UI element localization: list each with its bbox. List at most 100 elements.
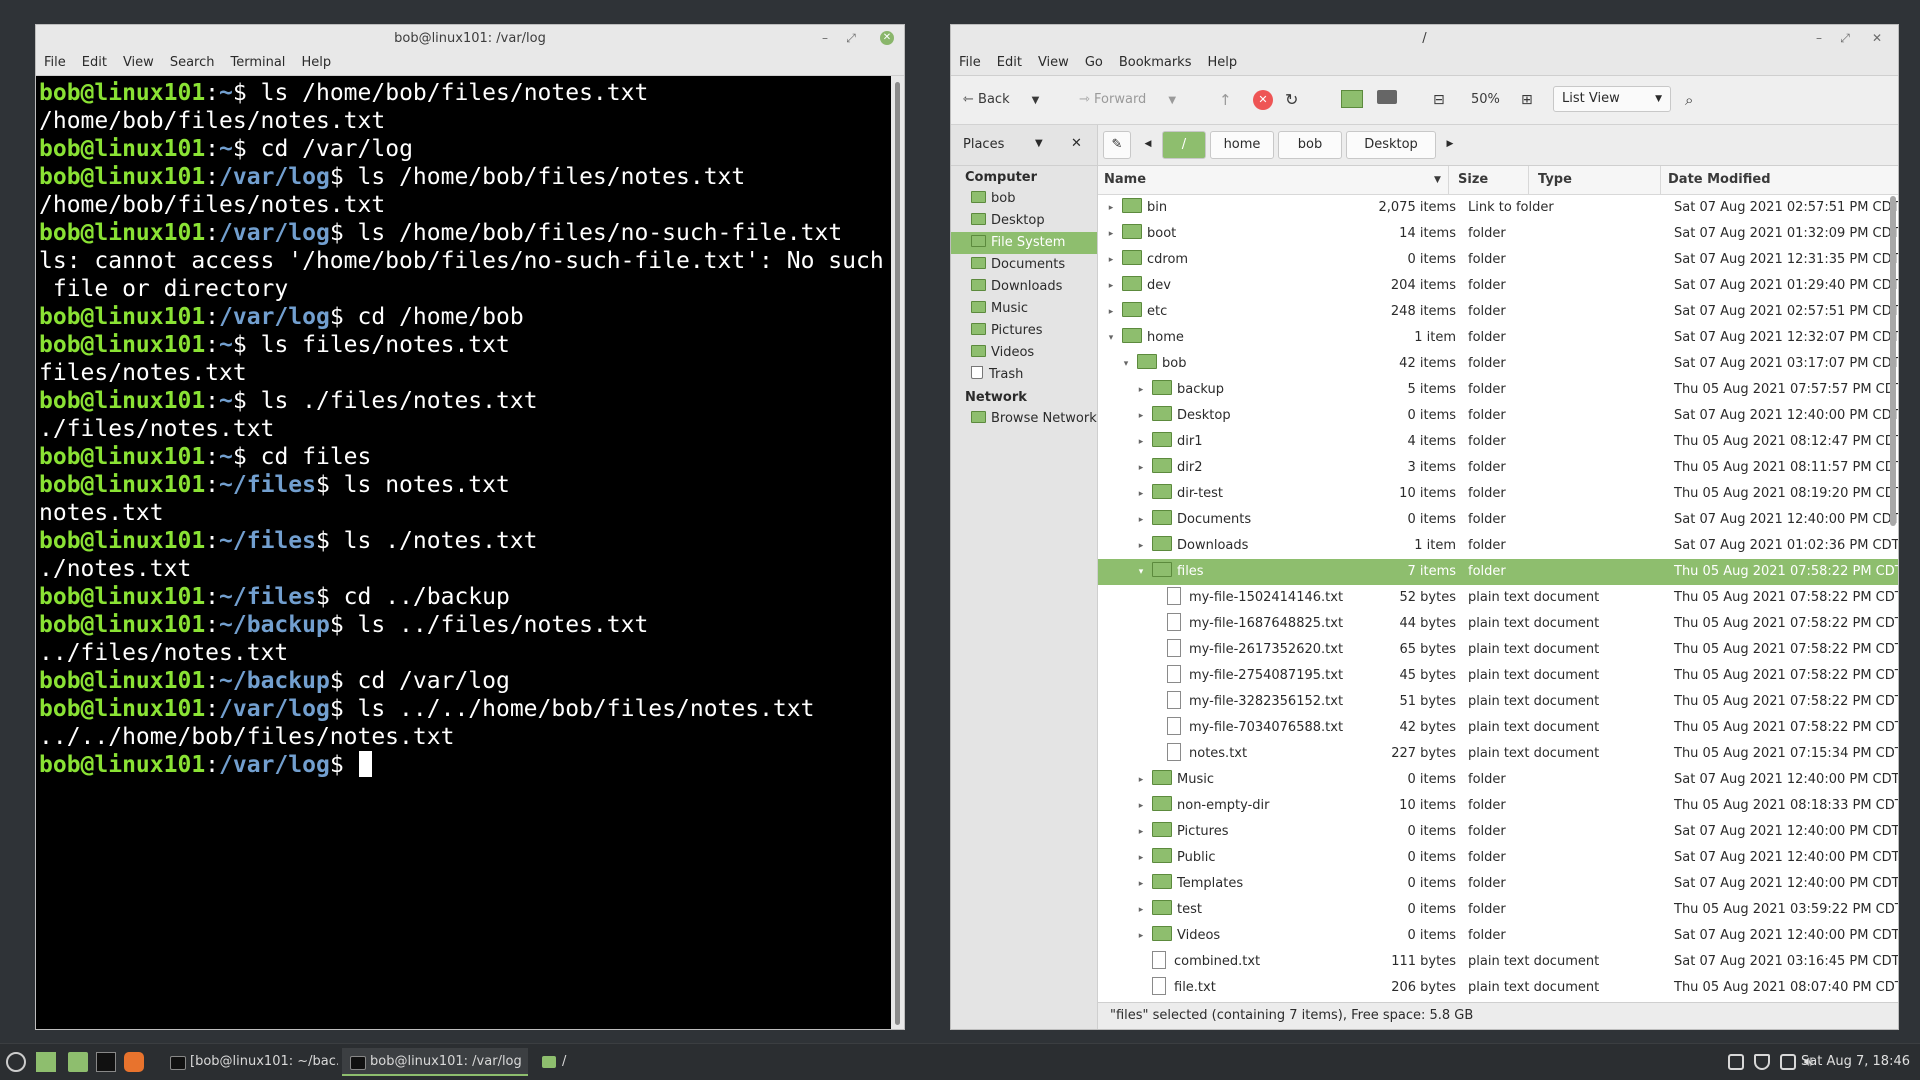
expander-closed-icon[interactable]: ▸	[1106, 273, 1116, 299]
close-sidebar-icon[interactable]: ✕	[1071, 136, 1082, 151]
file-row[interactable]: my-file-2754087195.txt 45 bytes plain text…	[1098, 663, 1898, 689]
terminal-titlebar[interactable]: bob@linux101: /var/log – ⤢ ✕	[36, 25, 904, 51]
folder-row[interactable]: ▸ dir2 3 items folder Thu 05 Aug 2021 08:11:…	[1098, 455, 1898, 481]
fm-menu-bookmarks[interactable]: Bookmarks	[1111, 51, 1200, 75]
folder-row[interactable]: ▸ non-empty-dir 10 items folder Thu 05 Aug 2…	[1098, 793, 1898, 819]
folder-row[interactable]: ▸ Downloads 1 item folder Sat 07 Aug 2021 01…	[1098, 533, 1898, 559]
expander-open-icon[interactable]: ▾	[1136, 559, 1146, 585]
chevron-down-icon[interactable]: ▼	[1168, 95, 1176, 106]
col-size[interactable]: Size	[1458, 166, 1488, 194]
folder-row[interactable]: ▾ home 1 item folder Sat 07 Aug 2021 12:32:0…	[1098, 325, 1898, 351]
taskbar-window-1[interactable]: [bob@linux101: ~/bac...	[162, 1048, 338, 1076]
crumb-desktop[interactable]: Desktop	[1346, 131, 1436, 159]
clipboard-icon[interactable]	[1728, 1054, 1744, 1070]
expander-closed-icon[interactable]: ▸	[1136, 767, 1146, 793]
folder-row[interactable]: ▸ dev 204 items folder Sat 07 Aug 2021 01:29…	[1098, 273, 1898, 299]
minimize-icon[interactable]: –	[816, 29, 834, 47]
crumb-left-icon[interactable]: ◀	[1140, 131, 1156, 159]
terminal-launcher-icon[interactable]	[96, 1052, 116, 1072]
col-name[interactable]: Name	[1104, 166, 1146, 194]
expander-closed-icon[interactable]: ▸	[1136, 377, 1146, 403]
col-modified[interactable]: Date Modified	[1668, 166, 1771, 194]
expander-closed-icon[interactable]: ▸	[1136, 507, 1146, 533]
zoom-in-icon[interactable]: ⊞	[1521, 88, 1533, 112]
terminal-menu-file[interactable]: File	[36, 51, 74, 75]
folder-row[interactable]: ▸ Templates 0 items folder Sat 07 Aug 2021 1…	[1098, 871, 1898, 897]
file-row[interactable]: my-file-3282356152.txt 51 bytes plain text…	[1098, 689, 1898, 715]
terminal-scrollbar[interactable]	[891, 76, 904, 1029]
sort-chevron-icon[interactable]: ▼	[1434, 166, 1441, 194]
up-arrow-icon[interactable]: ↑	[1219, 88, 1232, 112]
expander-closed-icon[interactable]: ▸	[1136, 403, 1146, 429]
fm-menu-edit[interactable]: Edit	[989, 51, 1030, 75]
shield-icon[interactable]	[1754, 1054, 1770, 1070]
fm-menu-view[interactable]: View	[1030, 51, 1077, 75]
file-row[interactable]: file.txt 206 bytes plain text document Thu …	[1098, 975, 1898, 1001]
expander-closed-icon[interactable]: ▸	[1106, 221, 1116, 247]
folder-row[interactable]: ▸ test 0 items folder Thu 05 Aug 2021 03:59:…	[1098, 897, 1898, 923]
taskbar-window-2[interactable]: bob@linux101: /var/log	[342, 1048, 528, 1076]
firefox-launcher-icon[interactable]	[124, 1052, 144, 1072]
expander-closed-icon[interactable]: ▸	[1106, 195, 1116, 221]
sidebar-item-videos[interactable]: Videos	[951, 342, 1097, 364]
fm-titlebar[interactable]: / – ⤢ ✕	[951, 25, 1898, 51]
expander-open-icon[interactable]: ▾	[1106, 325, 1116, 351]
folder-row[interactable]: ▸ dir-test 10 items folder Thu 05 Aug 2021 0…	[1098, 481, 1898, 507]
sidebar-item-desktop[interactable]: Desktop	[951, 210, 1097, 232]
file-row[interactable]: notes.txt 227 bytes plain text document Thu…	[1098, 741, 1898, 767]
expander-closed-icon[interactable]: ▸	[1136, 481, 1146, 507]
forward-button[interactable]: ⇾ Forward ▼	[1079, 88, 1176, 112]
expander-closed-icon[interactable]: ▸	[1136, 429, 1146, 455]
fm-menu-help[interactable]: Help	[1199, 51, 1245, 75]
sidebar-item-pictures[interactable]: Pictures	[951, 320, 1097, 342]
back-button[interactable]: ⇽ Back ▼	[963, 88, 1039, 112]
sidebar-item-music[interactable]: Music	[951, 298, 1097, 320]
stop-icon[interactable]: ✕	[1253, 90, 1273, 110]
zoom-out-icon[interactable]: ⊟	[1433, 88, 1445, 112]
clock[interactable]: Sat Aug 7, 18:46	[1801, 1044, 1910, 1080]
sidebar-item-file-system[interactable]: File System	[951, 232, 1097, 254]
fm-menu-file[interactable]: File	[951, 51, 989, 75]
crumb-bob[interactable]: bob	[1278, 131, 1342, 159]
computer-icon[interactable]	[1377, 90, 1397, 104]
crumb-root[interactable]: /	[1162, 131, 1206, 159]
menu-icon[interactable]	[6, 1052, 26, 1072]
search-icon[interactable]: ⌕	[1685, 88, 1693, 112]
sidebar-item-downloads[interactable]: Downloads	[951, 276, 1097, 298]
col-divider[interactable]	[1528, 166, 1529, 194]
folder-row[interactable]: ▸ cdrom 0 items folder Sat 07 Aug 2021 12:31…	[1098, 247, 1898, 273]
folder-row[interactable]: ▸ Pictures 0 items folder Sat 07 Aug 2021 12…	[1098, 819, 1898, 845]
home-folder-icon[interactable]	[1341, 90, 1363, 108]
maximize-icon[interactable]: ⤢	[1836, 29, 1854, 47]
folder-row[interactable]: ▸ Documents 0 items folder Sat 07 Aug 2021 1…	[1098, 507, 1898, 533]
close-icon[interactable]: ✕	[1868, 29, 1886, 47]
terminal-menu-search[interactable]: Search	[162, 51, 223, 75]
folder-row[interactable]: ▸ etc 248 items folder Sat 07 Aug 2021 02:57…	[1098, 299, 1898, 325]
folder-row[interactable]: ▸ bin 2,075 items Link to folder Sat 07 Aug …	[1098, 195, 1898, 221]
view-mode-select[interactable]: List View ▼	[1553, 86, 1671, 112]
terminal-menu-help[interactable]: Help	[293, 51, 339, 75]
close-icon[interactable]: ✕	[880, 31, 894, 45]
col-divider[interactable]	[1660, 166, 1661, 194]
terminal-output[interactable]: bob@linux101:~$ ls /home/bob/files/notes…	[37, 76, 890, 1029]
terminal-window[interactable]: bob@linux101: /var/log – ⤢ ✕ File Edit Vie…	[35, 24, 905, 1030]
edit-location-icon[interactable]: ✎	[1103, 131, 1131, 159]
show-desktop-icon[interactable]	[36, 1052, 56, 1072]
col-type[interactable]: Type	[1538, 166, 1572, 194]
terminal-menu-edit[interactable]: Edit	[74, 51, 115, 75]
folder-row[interactable]: ▾ bob 42 items folder Sat 07 Aug 2021 03:17:…	[1098, 351, 1898, 377]
folder-row[interactable]: ▸ backup 5 items folder Thu 05 Aug 2021 07:5…	[1098, 377, 1898, 403]
terminal-menu-terminal[interactable]: Terminal	[222, 51, 293, 75]
reload-icon[interactable]: ↻	[1285, 88, 1298, 112]
file-row[interactable]: my-file-1502414146.txt 52 bytes plain text…	[1098, 585, 1898, 611]
file-manager-window[interactable]: / – ⤢ ✕ File Edit View Go Bookmarks Help ⇽ Ba…	[950, 24, 1899, 1030]
network-icon[interactable]	[1780, 1054, 1796, 1070]
folder-row[interactable]: ▸ Desktop 0 items folder Sat 07 Aug 2021 12:…	[1098, 403, 1898, 429]
expander-open-icon[interactable]: ▾	[1121, 351, 1131, 377]
expander-closed-icon[interactable]: ▸	[1136, 845, 1146, 871]
minimize-icon[interactable]: –	[1810, 29, 1828, 47]
expander-closed-icon[interactable]: ▸	[1106, 247, 1116, 273]
sidebar-item-browse-network[interactable]: Browse Network	[951, 408, 1097, 430]
expander-closed-icon[interactable]: ▸	[1136, 923, 1146, 949]
expander-closed-icon[interactable]: ▸	[1136, 793, 1146, 819]
